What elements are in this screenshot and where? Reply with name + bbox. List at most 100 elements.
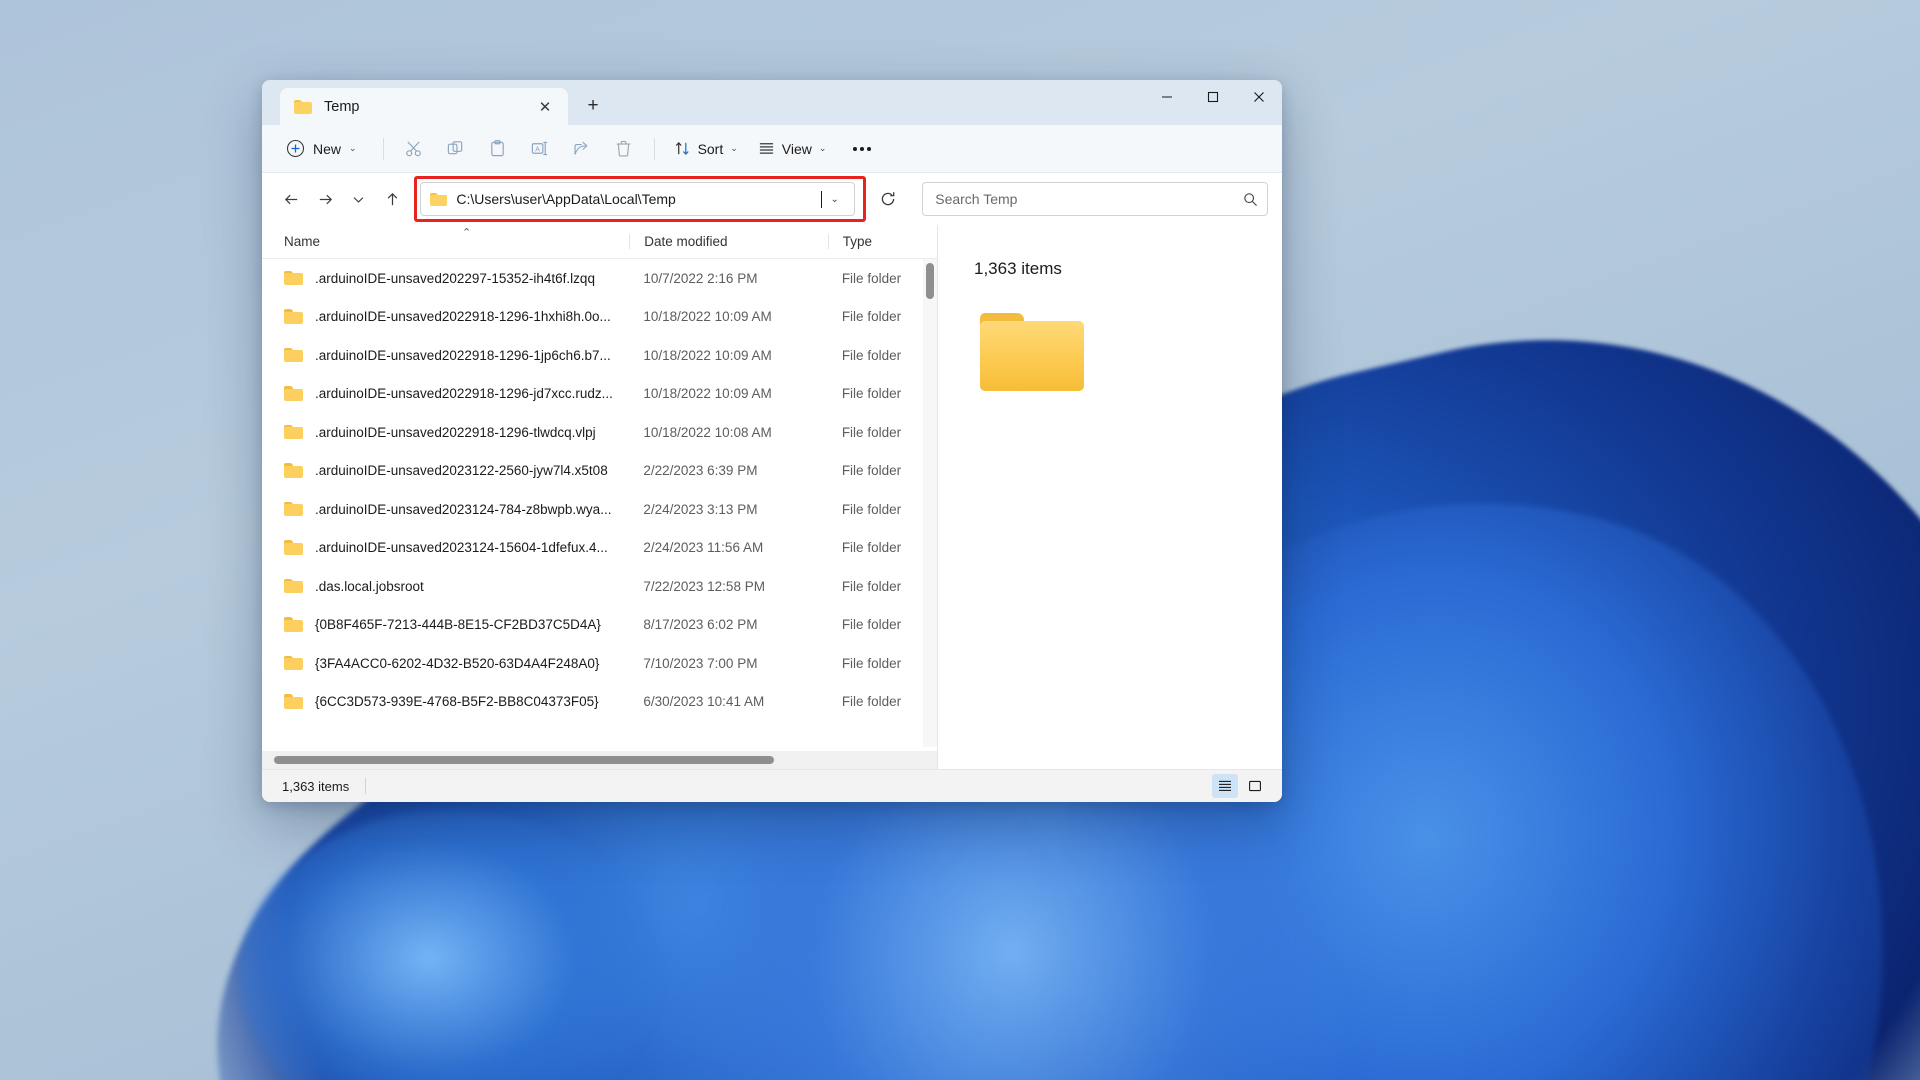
tab-temp[interactable]: Temp ✕ <box>280 88 568 125</box>
chevron-down-icon <box>354 196 364 203</box>
folder-body <box>980 321 1084 391</box>
file-list-pane: ⌃ Name Date modified Type .arduinoIDE-un… <box>262 225 938 769</box>
search-input[interactable] <box>935 191 1243 207</box>
address-path-text: C:\Users\user\AppData\Local\Temp <box>456 191 676 207</box>
new-button-label: New <box>313 140 342 157</box>
chevron-down-icon: ⌄ <box>818 143 827 153</box>
status-item-count: 1,363 items <box>282 778 350 794</box>
cell-name: .arduinoIDE-unsaved2022918-1296-1jp6ch6.… <box>315 347 611 363</box>
table-row[interactable]: {3FA4ACC0-6202-4D32-B520-63D4A4F248A0} 7/… <box>262 644 937 683</box>
close-tab-icon[interactable]: ✕ <box>532 94 558 120</box>
folder-icon <box>284 694 303 709</box>
delete-icon[interactable] <box>604 133 644 165</box>
back-button[interactable] <box>276 183 308 215</box>
content-area: ⌃ Name Date modified Type .arduinoIDE-un… <box>262 225 1282 769</box>
see-more-button[interactable] <box>843 133 881 165</box>
new-tab-button[interactable]: + <box>576 90 610 122</box>
cell-type: File folder <box>841 270 902 286</box>
folder-icon <box>284 578 303 594</box>
cut-icon[interactable] <box>394 133 434 165</box>
command-bar: New ⌄ A Sort ⌄ View ⌄ <box>262 125 1282 173</box>
view-button[interactable]: View ⌄ <box>749 133 836 165</box>
cell-type: File folder <box>841 309 902 325</box>
address-bar-wrapper: C:\Users\user\AppData\Local\Temp ⌄ <box>414 176 867 222</box>
cell-name: .arduinoIDE-unsaved2023124-784-z8bwpb.wy… <box>315 501 612 517</box>
large-icons-view-glyph <box>1249 780 1261 792</box>
cell-name: .arduinoIDE-unsaved2023122-2560-jyw7l4.x… <box>315 463 608 479</box>
new-button[interactable]: New ⌄ <box>276 133 367 165</box>
folder-icon <box>284 655 303 671</box>
vertical-scrollbar-thumb[interactable] <box>926 263 934 299</box>
sort-button[interactable]: Sort ⌄ <box>665 133 747 165</box>
horizontal-scrollbar-thumb[interactable] <box>274 756 774 764</box>
folder-icon <box>430 192 448 206</box>
search-icon <box>1244 192 1257 206</box>
cell-type: File folder <box>841 424 902 440</box>
close-window-button[interactable] <box>1236 80 1282 113</box>
copy-icon[interactable] <box>436 133 476 165</box>
status-bar: 1,363 items <box>262 769 1282 802</box>
up-button[interactable] <box>377 183 409 215</box>
cell-type: File folder <box>841 347 902 363</box>
folder-icon <box>284 347 303 363</box>
view-toggle-group <box>1212 774 1268 798</box>
table-row[interactable]: {6CC3D573-939E-4768-B5F2-BB8C04373F05} 6/… <box>262 683 937 722</box>
minimize-button[interactable] <box>1144 80 1190 113</box>
table-row[interactable]: .arduinoIDE-unsaved2023122-2560-jyw7l4.x… <box>262 452 937 491</box>
column-headers: ⌃ Name Date modified Type <box>262 225 937 259</box>
folder-icon <box>284 270 303 286</box>
folder-icon <box>284 540 303 555</box>
refresh-button[interactable] <box>871 183 907 215</box>
maximize-button[interactable] <box>1190 80 1236 113</box>
cell-date-modified: 10/18/2022 10:09 AM <box>643 386 772 402</box>
table-row[interactable]: .das.local.jobsroot 7/22/2023 12:58 PM Fil… <box>262 567 937 606</box>
forward-button[interactable] <box>310 183 342 215</box>
table-row[interactable]: .arduinoIDE-unsaved2023124-15604-1dfefux… <box>262 529 937 568</box>
table-row[interactable]: {0B8F465F-7213-444B-8E15-CF2BD37C5D4A} 8/… <box>262 606 937 645</box>
search-box[interactable] <box>922 182 1269 216</box>
file-rows-container: .arduinoIDE-unsaved202297-15352-ih4t6f.l… <box>262 259 937 751</box>
paste-icon[interactable] <box>478 133 518 165</box>
column-header-date-modified[interactable]: Date modified <box>629 234 828 249</box>
column-header-type[interactable]: Type <box>827 234 937 249</box>
view-lines-icon <box>759 143 773 154</box>
cell-name: .arduinoIDE-unsaved2022918-1296-1hxhi8h.… <box>315 309 611 325</box>
cell-date-modified: 6/30/2023 10:41 AM <box>643 694 765 710</box>
desktop-background: Temp ✕ + New ⌄ A Sort ⌄ View ⌄ C:\Users\… <box>0 0 1920 1080</box>
refresh-icon <box>882 192 895 206</box>
table-row[interactable]: .arduinoIDE-unsaved2023124-784-z8bwpb.wy… <box>262 490 937 529</box>
horizontal-scrollbar[interactable] <box>262 751 937 769</box>
folder-icon <box>284 501 303 517</box>
address-bar[interactable]: C:\Users\user\AppData\Local\Temp ⌄ <box>420 182 855 216</box>
cell-date-modified: 10/7/2022 2:16 PM <box>643 270 758 286</box>
chevron-down-icon: ⌄ <box>730 143 738 153</box>
table-row[interactable]: .arduinoIDE-unsaved2022918-1296-jd7xcc.r… <box>262 375 937 414</box>
table-row[interactable]: .arduinoIDE-unsaved2022918-1296-1hxhi8h.… <box>262 298 937 337</box>
column-header-name[interactable]: Name <box>284 234 629 249</box>
rename-icon[interactable]: A <box>520 133 560 165</box>
large-icons-view-icon[interactable] <box>1242 774 1268 798</box>
details-pane: 1,363 items <box>938 225 1282 769</box>
share-icon[interactable] <box>562 133 602 165</box>
details-view-icon[interactable] <box>1212 774 1238 798</box>
file-explorer-window: Temp ✕ + New ⌄ A Sort ⌄ View ⌄ C:\Users\… <box>262 80 1282 802</box>
table-row[interactable]: .arduinoIDE-unsaved202297-15352-ih4t6f.l… <box>262 259 937 298</box>
table-row[interactable]: .arduinoIDE-unsaved2022918-1296-tlwdcq.v… <box>262 413 937 452</box>
cell-date-modified: 10/18/2022 10:08 AM <box>643 424 772 440</box>
address-chevron-down-icon[interactable]: ⌄ <box>822 185 848 213</box>
folder-icon <box>284 463 303 478</box>
cell-date-modified: 10/18/2022 10:09 AM <box>643 309 772 325</box>
dot <box>860 146 865 151</box>
cell-name: .arduinoIDE-unsaved2022918-1296-jd7xcc.r… <box>315 386 613 402</box>
dot <box>867 146 872 151</box>
vertical-scrollbar[interactable] <box>923 259 937 747</box>
cell-type: File folder <box>841 501 902 517</box>
view-label: View <box>781 140 812 157</box>
table-row[interactable]: .arduinoIDE-unsaved2022918-1296-1jp6ch6.… <box>262 336 937 375</box>
chevron-down-icon: ⌄ <box>349 143 357 153</box>
cell-date-modified: 2/24/2023 3:13 PM <box>643 501 758 517</box>
cell-type: File folder <box>841 540 902 556</box>
recent-locations-button[interactable] <box>343 183 375 215</box>
sort-arrows-icon <box>675 141 689 156</box>
folder-icon <box>284 617 303 632</box>
